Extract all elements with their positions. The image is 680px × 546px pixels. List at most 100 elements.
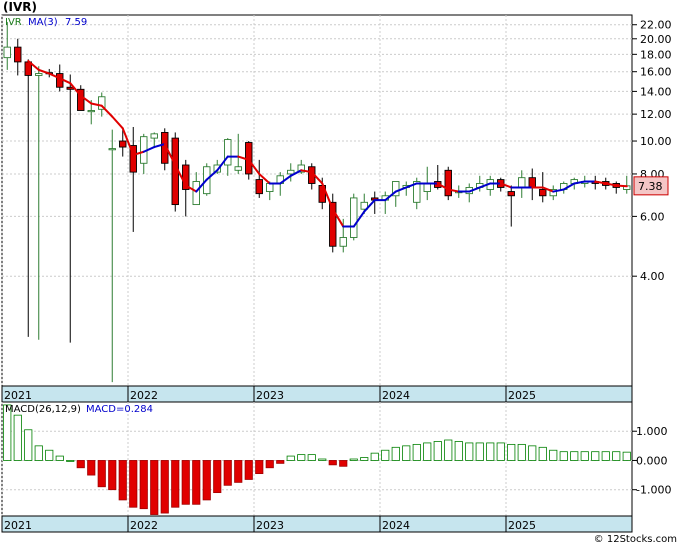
macd-bar — [381, 449, 390, 461]
price-year-label-2024: 2024 — [382, 389, 410, 402]
macd-year-label-2022: 2022 — [130, 519, 158, 532]
price-tick-label-1: 20.00 — [640, 33, 672, 46]
macd-bar — [528, 445, 537, 461]
macd-year-label-2021: 2021 — [4, 519, 32, 532]
macd-bar — [118, 460, 127, 501]
macd-bar — [307, 454, 316, 461]
macd-bar — [612, 451, 621, 461]
ma-line-segment — [615, 184, 628, 188]
last-price-label: 7.38 — [638, 180, 663, 193]
price-tick-label-5: 12.00 — [640, 108, 672, 121]
macd-year-label-2023: 2023 — [256, 519, 284, 532]
macd-bar — [391, 446, 400, 461]
price-tick-label-4: 14.00 — [640, 85, 672, 98]
price-tick-label-2: 18.00 — [640, 48, 672, 61]
candle-body — [539, 189, 547, 197]
macd-bar — [349, 458, 358, 461]
price-year-label-2025: 2025 — [508, 389, 536, 402]
candle-body — [234, 166, 242, 171]
candle-body — [518, 177, 526, 188]
price-legend-symbol: IVR — [5, 17, 22, 28]
candle-body — [150, 133, 158, 139]
price-tick-label-6: 10.00 — [640, 135, 672, 148]
macd-bar — [517, 443, 526, 461]
macd-bar — [24, 429, 33, 461]
macd-bar — [328, 460, 337, 466]
candle-body — [287, 169, 295, 175]
candle-body — [66, 86, 74, 90]
price-year-label-2023: 2023 — [256, 389, 284, 402]
stock-chart: 22.0020.0018.0016.0014.0012.0010.008.006… — [1, 14, 672, 533]
price-legend-ma-value: 7.59 — [65, 17, 87, 28]
macd-bar — [454, 441, 463, 461]
candle-body — [35, 73, 43, 76]
candle-body — [119, 140, 127, 148]
price-tick-label-8: 6.00 — [640, 210, 665, 223]
macd-bar — [496, 442, 505, 461]
price-year-label-2021: 2021 — [4, 389, 32, 402]
candle-body — [339, 237, 347, 247]
macd-bar — [370, 452, 379, 461]
macd-bar — [192, 460, 201, 505]
macd-bar — [339, 460, 348, 467]
macd-bar — [465, 442, 474, 461]
macd-bar — [87, 460, 96, 476]
macd-bar — [412, 443, 421, 461]
macd-bar — [549, 449, 558, 461]
candle-body — [192, 181, 200, 206]
macd-bar — [486, 442, 495, 461]
macd-bar — [255, 460, 264, 475]
candle-body — [87, 110, 95, 113]
macd-bar — [444, 439, 453, 461]
macd-bar — [108, 460, 117, 491]
macd-bar — [507, 443, 516, 461]
candle-body — [528, 177, 536, 188]
macd-bar — [13, 414, 22, 461]
macd-bar — [318, 458, 327, 461]
macd-bar — [45, 449, 54, 461]
macd-bar — [297, 454, 306, 461]
macd-bar — [580, 451, 589, 461]
macd-bar — [286, 455, 295, 461]
candle-body — [507, 191, 515, 197]
candle-body — [350, 197, 358, 238]
macd-bar — [97, 460, 106, 488]
macd-bar — [622, 451, 631, 461]
price-tick-label-9: 4.00 — [640, 270, 665, 283]
candle-body — [3, 46, 11, 59]
macd-bar — [160, 460, 169, 514]
macd-bar — [244, 460, 253, 480]
macd-legend-value: MACD=0.284 — [86, 404, 153, 415]
macd-bar — [181, 460, 190, 505]
macd-bar — [601, 451, 610, 461]
price-tick-label-0: 22.00 — [640, 19, 672, 32]
macd-bar — [76, 460, 85, 469]
macd-bar — [234, 460, 243, 483]
macd-bar — [139, 460, 148, 510]
candle-body — [266, 183, 274, 193]
candle-body — [255, 179, 263, 195]
macd-bar — [223, 460, 232, 486]
macd-bar — [265, 460, 274, 469]
macd-bar — [475, 442, 484, 461]
price-panel-frame — [1, 14, 633, 387]
macd-bar — [570, 451, 579, 461]
macd-year-axis-band — [1, 515, 633, 533]
macd-bar — [538, 446, 547, 461]
macd-bar — [360, 457, 369, 461]
price-legend-ma-label: MA(3) — [28, 17, 58, 28]
price-tick-label-3: 16.00 — [640, 66, 672, 79]
macd-bar — [55, 455, 64, 461]
macd-bar — [402, 445, 411, 461]
macd-bar — [423, 442, 432, 461]
macd-bar — [276, 460, 285, 464]
macd-legend-label: MACD(26,12,9) — [5, 404, 81, 415]
candle-body — [108, 148, 116, 151]
price-year-label-2022: 2022 — [130, 389, 158, 402]
macd-bar — [433, 441, 442, 461]
macd-bar — [171, 460, 180, 508]
macd-bar — [150, 460, 159, 515]
macd-bar — [591, 451, 600, 461]
macd-panel-frame — [1, 401, 633, 517]
macd-tick-label-1: 0.000 — [636, 454, 668, 467]
